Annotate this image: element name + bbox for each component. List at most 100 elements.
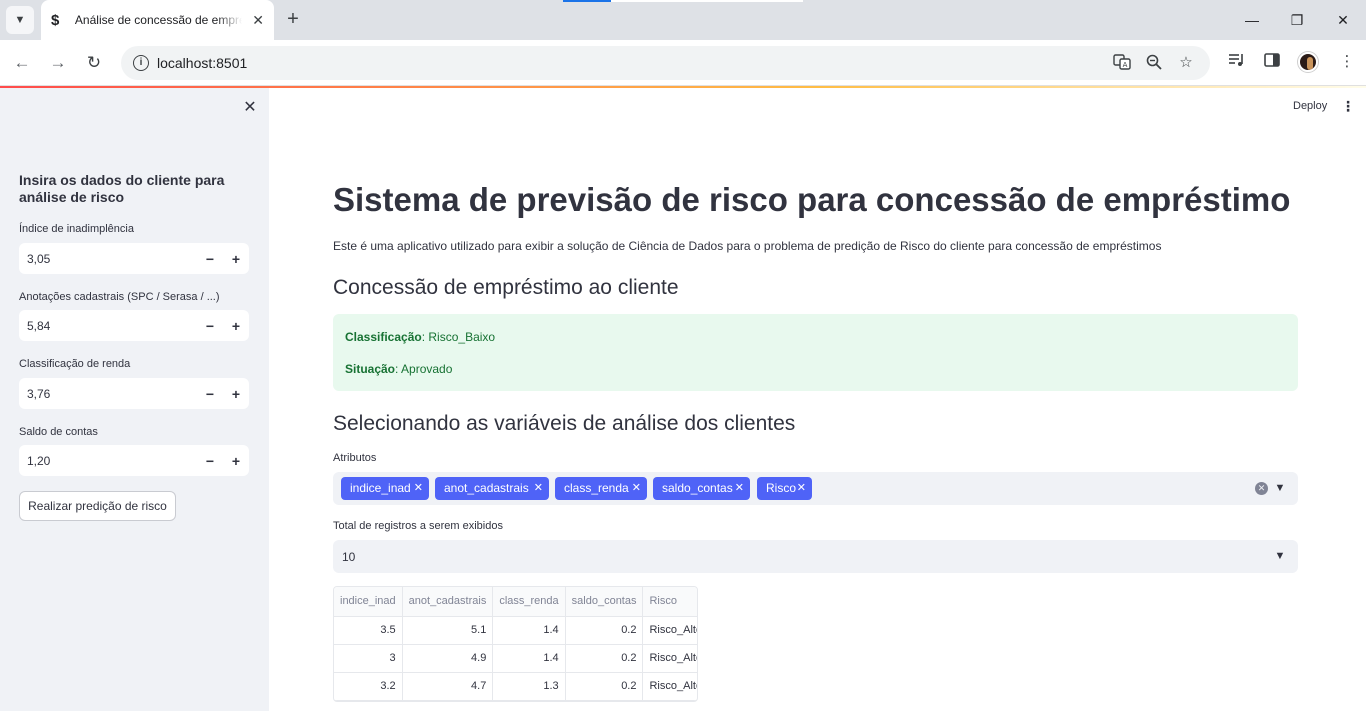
window-close-icon[interactable]: ✕ bbox=[1331, 8, 1355, 32]
decrement-button[interactable]: − bbox=[199, 248, 221, 270]
forward-arrow-icon[interactable]: → bbox=[46, 51, 70, 75]
table-cell[interactable]: 1.4 bbox=[492, 644, 566, 673]
browser-menu-kebab-icon[interactable]: ⋮ bbox=[1336, 51, 1358, 73]
records-selected-value: 10 bbox=[342, 550, 356, 564]
zoom-icon[interactable] bbox=[1144, 53, 1164, 73]
column-header[interactable]: Risco bbox=[642, 587, 697, 617]
attribute-chip[interactable]: saldo_contas ✕ bbox=[653, 477, 750, 500]
back-arrow-icon[interactable]: ← bbox=[10, 51, 34, 75]
chip-label: saldo_contas bbox=[662, 481, 733, 495]
number-input-value[interactable]: 1,20 bbox=[27, 454, 50, 468]
column-header[interactable]: anot_cadastrais bbox=[402, 587, 494, 617]
attribute-chip[interactable]: anot_cadastrais ✕ bbox=[435, 477, 549, 500]
chevron-down-icon: ▼ bbox=[14, 14, 26, 26]
clear-all-icon[interactable]: ✕ bbox=[1255, 482, 1268, 495]
number-input-indice-inadimplencia[interactable]: 3,05 − + bbox=[19, 243, 249, 274]
data-table[interactable]: indice_inad anot_cadastrais class_renda … bbox=[333, 586, 698, 702]
number-input-value[interactable]: 3,05 bbox=[27, 252, 50, 266]
chip-remove-icon[interactable]: ✕ bbox=[735, 477, 744, 500]
section-title-variaveis: Selecionando as variáveis de análise dos… bbox=[333, 412, 796, 435]
table-header-row: indice_inad anot_cadastrais class_renda … bbox=[334, 587, 697, 617]
table-cell[interactable]: 0.2 bbox=[565, 672, 644, 701]
attributes-multiselect[interactable]: indice_inad ✕ anot_cadastrais ✕ class_rend… bbox=[333, 472, 1298, 505]
bookmark-star-icon[interactable]: ☆ bbox=[1176, 53, 1196, 73]
table-cell[interactable]: 4.9 bbox=[402, 644, 494, 673]
increment-button[interactable]: + bbox=[225, 383, 247, 405]
reload-icon[interactable]: ↻ bbox=[82, 51, 106, 75]
column-header[interactable]: saldo_contas bbox=[565, 587, 644, 617]
tab-title: Análise de concessão de empréstimo bbox=[74, 13, 242, 27]
number-input-saldo-contas[interactable]: 1,20 − + bbox=[19, 445, 249, 476]
table-cell[interactable]: 3.2 bbox=[334, 672, 403, 701]
decrement-button[interactable]: − bbox=[199, 450, 221, 472]
table-cell[interactable]: 1.4 bbox=[492, 616, 566, 645]
chip-remove-icon[interactable]: ✕ bbox=[797, 477, 806, 500]
chip-remove-icon[interactable]: ✕ bbox=[632, 477, 641, 500]
svg-text:A: A bbox=[1123, 61, 1128, 69]
column-header[interactable]: indice_inad bbox=[334, 587, 403, 617]
number-input-classificacao-renda[interactable]: 3,76 − + bbox=[19, 378, 249, 409]
side-panel-icon[interactable] bbox=[1261, 51, 1283, 73]
sidebar-close-icon[interactable]: ✕ bbox=[240, 98, 260, 118]
page-description: Este é uma aplicativo utilizado para exi… bbox=[333, 239, 1162, 253]
table-row: 3 4.9 1.4 0.2 Risco_Alto bbox=[334, 644, 697, 673]
chevron-down-icon[interactable]: ▼ bbox=[1272, 480, 1288, 496]
dollar-favicon-icon: $ bbox=[51, 11, 60, 29]
page-title: Sistema de previsão de risco para conces… bbox=[333, 181, 1291, 218]
table-cell[interactable]: 3 bbox=[334, 644, 403, 673]
records-selectbox[interactable]: 10 ▼ bbox=[333, 540, 1298, 573]
table-cell[interactable]: 4.7 bbox=[402, 672, 494, 701]
tab-search-button[interactable]: ▼ bbox=[6, 6, 34, 34]
table-cell[interactable]: 0.2 bbox=[565, 616, 644, 645]
table-cell[interactable]: 0.2 bbox=[565, 644, 644, 673]
chip-remove-icon[interactable]: ✕ bbox=[414, 477, 423, 500]
attribute-chip[interactable]: Risco ✕ bbox=[757, 477, 812, 500]
table-cell[interactable]: 1.3 bbox=[492, 672, 566, 701]
restore-icon[interactable]: ❐ bbox=[1285, 8, 1309, 32]
chevron-down-icon[interactable]: ▼ bbox=[1272, 548, 1288, 564]
prediction-result-box: Classificação: Risco_Baixo Situação: Apr… bbox=[333, 314, 1298, 391]
classificacao-line: Classificação: Risco_Baixo bbox=[345, 330, 495, 344]
browser-tab[interactable]: $ Análise de concessão de empréstimo ✕ bbox=[41, 0, 274, 40]
chip-remove-icon[interactable]: ✕ bbox=[534, 477, 543, 500]
table-cell[interactable]: Risco_Alto bbox=[642, 644, 697, 673]
attribute-chip[interactable]: indice_inad ✕ bbox=[341, 477, 429, 500]
address-bar[interactable]: i localhost:8501 A ☆ bbox=[121, 46, 1210, 80]
field-label-anotacoes-cadastrais: Anotações cadastrais (SPC / Serasa / ...… bbox=[19, 291, 220, 303]
increment-button[interactable]: + bbox=[225, 248, 247, 270]
table-row: 3.5 5.1 1.4 0.2 Risco_Alto bbox=[334, 616, 697, 645]
decrement-button[interactable]: − bbox=[199, 383, 221, 405]
predict-risk-button[interactable]: Realizar predição de risco bbox=[19, 491, 176, 521]
field-label-indice-inadimplencia: Índice de inadimplência bbox=[19, 223, 134, 235]
situacao-value: : Aprovado bbox=[395, 362, 453, 376]
site-info-icon[interactable]: i bbox=[133, 55, 149, 71]
attributes-label: Atributos bbox=[333, 452, 377, 464]
table-cell[interactable]: Risco_Alto bbox=[642, 616, 697, 645]
table-cell[interactable]: 5.1 bbox=[402, 616, 494, 645]
profile-avatar[interactable] bbox=[1298, 52, 1318, 72]
table-cell[interactable]: Risco_Alto bbox=[642, 672, 697, 701]
chip-label: anot_cadastrais bbox=[444, 481, 529, 495]
chip-label: Risco bbox=[766, 481, 797, 495]
tab-close-icon[interactable]: ✕ bbox=[252, 12, 264, 29]
new-tab-plus-icon[interactable]: + bbox=[282, 8, 304, 30]
increment-button[interactable]: + bbox=[225, 450, 247, 472]
increment-button[interactable]: + bbox=[225, 315, 247, 337]
number-input-anotacoes-cadastrais[interactable]: 5,84 − + bbox=[19, 310, 249, 341]
decrement-button[interactable]: − bbox=[199, 315, 221, 337]
media-control-icon[interactable] bbox=[1226, 51, 1248, 73]
situacao-line: Situação: Aprovado bbox=[345, 362, 452, 376]
translate-icon[interactable]: A bbox=[1112, 53, 1132, 73]
attribute-chip[interactable]: class_renda ✕ bbox=[555, 477, 647, 500]
field-label-classificacao-renda: Classificação de renda bbox=[19, 358, 131, 370]
number-input-value[interactable]: 5,84 bbox=[27, 319, 50, 333]
number-input-value[interactable]: 3,76 bbox=[27, 387, 50, 401]
classificacao-value: : Risco_Baixo bbox=[421, 330, 496, 344]
minimize-icon[interactable]: — bbox=[1240, 8, 1264, 32]
table-cell[interactable]: 3.5 bbox=[334, 616, 403, 645]
deploy-button[interactable]: Deploy bbox=[1293, 100, 1327, 112]
column-header[interactable]: class_renda bbox=[492, 587, 566, 617]
url-text[interactable]: localhost:8501 bbox=[157, 55, 247, 71]
app-menu-kebab-icon[interactable]: ⋮ bbox=[1341, 98, 1355, 114]
classificacao-label: Classificação bbox=[345, 330, 422, 344]
